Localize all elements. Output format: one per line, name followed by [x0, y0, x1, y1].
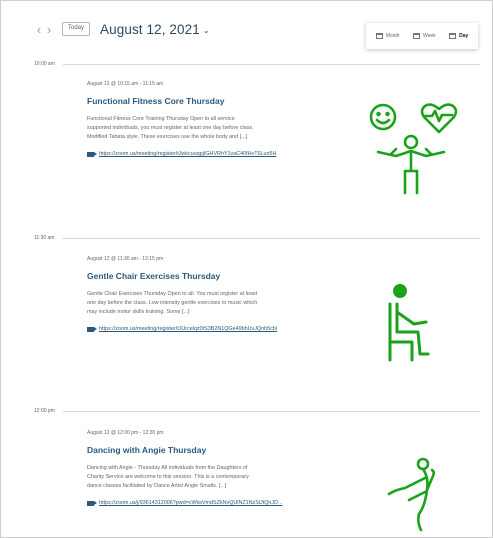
calendar-week-icon [412, 33, 420, 39]
event-card: August 12 @ 12:00 pm - 12:30 pm Dancing … [87, 430, 337, 506]
event-datetime: August 12 @ 10:15 am - 11:15 am [87, 81, 164, 87]
chevron-down-icon[interactable]: ⌄ [203, 26, 210, 35]
time-separator: 10:00 am [34, 60, 480, 68]
view-switcher: Month Week Day [366, 23, 478, 49]
divider [62, 410, 480, 412]
chevron-left-icon[interactable]: ‹ [34, 23, 44, 36]
calendar-day-icon [449, 33, 457, 39]
event-title-link[interactable]: Dancing with Angie Thursday [87, 445, 337, 455]
video-camera-icon [87, 151, 97, 157]
event-description: Dancing with Angie - Thursday All indivi… [87, 465, 249, 489]
calendar-header: ‹ › Today August 12, 2021 ⌄ [34, 17, 210, 41]
view-day-button[interactable]: Day [449, 33, 468, 39]
event-description: Gentle Chair Exercises Thursday Open to … [87, 291, 258, 315]
event-zoom-link[interactable]: https://zoom.us/meeting/register/tJwkcuu… [99, 151, 276, 157]
event-title-link[interactable]: Functional Fitness Core Thursday [87, 96, 337, 106]
divider [62, 237, 480, 239]
time-label: 12:00 pm [34, 408, 55, 414]
video-camera-icon [87, 326, 97, 332]
divider [62, 63, 480, 65]
view-month-button[interactable]: Month [375, 33, 400, 39]
event-venue-row: https://zoom.us/j/93614312006?pwd=cWtwVm… [87, 500, 337, 506]
time-label: 11:30 am [34, 235, 55, 241]
event-title-link[interactable]: Gentle Chair Exercises Thursday [87, 271, 337, 281]
time-separator: 11:30 am [34, 234, 480, 242]
time-separator: 12:00 pm [34, 407, 480, 415]
event-venue-row: https://zoom.us/meeting/register/tJwkcuu… [87, 151, 337, 157]
event-venue-row: https://zoom.us/meeting/register/tJUrcel… [87, 326, 337, 332]
event-description: Functional Fitness Core Training Thursda… [87, 116, 254, 140]
view-month-label: Month [385, 33, 400, 39]
calendar-month-icon [375, 33, 383, 39]
smiley-heart-fitness-icon [363, 99, 459, 197]
view-week-label: Week [422, 33, 436, 39]
view-week-button[interactable]: Week [412, 33, 436, 39]
event-card: August 12 @ 10:15 am - 11:15 am Function… [87, 81, 337, 157]
event-card: August 12 @ 11:30 am - 12:15 pm Gentle C… [87, 256, 337, 332]
event-zoom-link[interactable]: https://zoom.us/j/93614312006?pwd=cWtwVm… [99, 500, 283, 506]
today-button[interactable]: Today [62, 22, 91, 36]
event-datetime: August 12 @ 11:30 am - 12:15 pm [87, 256, 164, 262]
event-zoom-link[interactable]: https://zoom.us/meeting/register/tJUrcel… [99, 326, 277, 332]
time-label: 10:00 am [34, 61, 55, 67]
event-datetime: August 12 @ 12:00 pm - 12:30 pm [87, 430, 164, 436]
dancer-icon [383, 456, 439, 532]
chevron-right-icon[interactable]: › [44, 23, 54, 36]
date-picker-title[interactable]: August 12, 2021 [100, 22, 200, 37]
view-day-label: Day [459, 33, 469, 39]
video-camera-icon [87, 500, 97, 506]
person-chair-icon [382, 282, 436, 366]
calendar-day-view: ‹ › Today August 12, 2021 ⌄ Month Week D… [0, 0, 493, 538]
